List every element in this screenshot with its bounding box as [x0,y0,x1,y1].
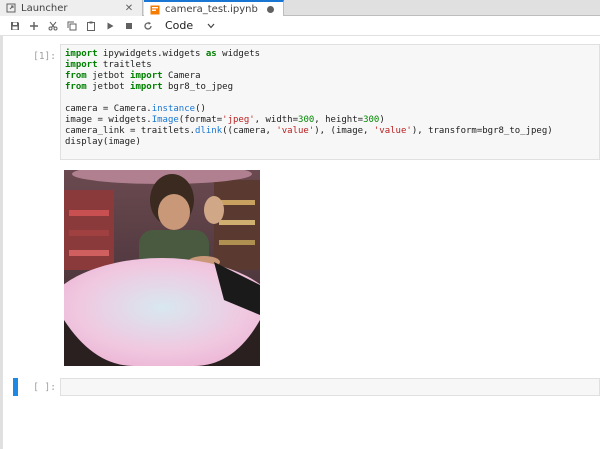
unsaved-dot-icon[interactable] [263,3,277,17]
save-icon[interactable] [5,17,24,35]
tab-bar: Launcher ✕ camera_test.ipynb [0,0,600,17]
tab-label: camera_test.ipynb [165,4,258,15]
camera-output-image [64,170,260,366]
code-line: from jetbot import bgr8_to_jpeg [65,82,234,92]
notebook-toolbar: Code [0,16,600,36]
tab-camera-test[interactable]: camera_test.ipynb [144,0,284,17]
cell-type-select[interactable]: Code [161,18,215,34]
input-prompt: [ ]: [33,382,56,393]
cell-type-value: Code [165,19,194,32]
paste-icon[interactable] [81,17,100,35]
code-line: camera = Camera.instance() [65,104,206,114]
tab-launcher[interactable]: Launcher ✕ [0,0,143,16]
code-line: camera_link = traitlets.dlink((camera, '… [65,126,553,136]
input-prompt: [1]: [33,51,56,62]
close-icon[interactable]: ✕ [122,1,136,15]
tab-label: Launcher [21,2,68,14]
notebook-icon [148,3,162,17]
code-line: display(image) [65,137,141,147]
code-cell-editor[interactable]: import ipywidgets.widgets as widgets imp… [60,44,600,160]
cut-icon[interactable] [43,17,62,35]
run-icon[interactable] [100,17,119,35]
launcher-icon [4,1,18,15]
restart-icon[interactable] [138,17,157,35]
active-cell-marker [13,378,18,396]
code-line: import traitlets [65,60,152,70]
copy-icon[interactable] [62,17,81,35]
code-line: from jetbot import Camera [65,71,201,81]
chevron-down-icon [207,19,215,32]
stop-icon[interactable] [119,17,138,35]
code-line: image = widgets.Image(format='jpeg', wid… [65,115,385,125]
code-cell-editor[interactable] [60,378,600,396]
add-cell-icon[interactable] [24,17,43,35]
notebook-left-edge [0,36,3,449]
code-line: import ipywidgets.widgets as widgets [65,49,261,59]
